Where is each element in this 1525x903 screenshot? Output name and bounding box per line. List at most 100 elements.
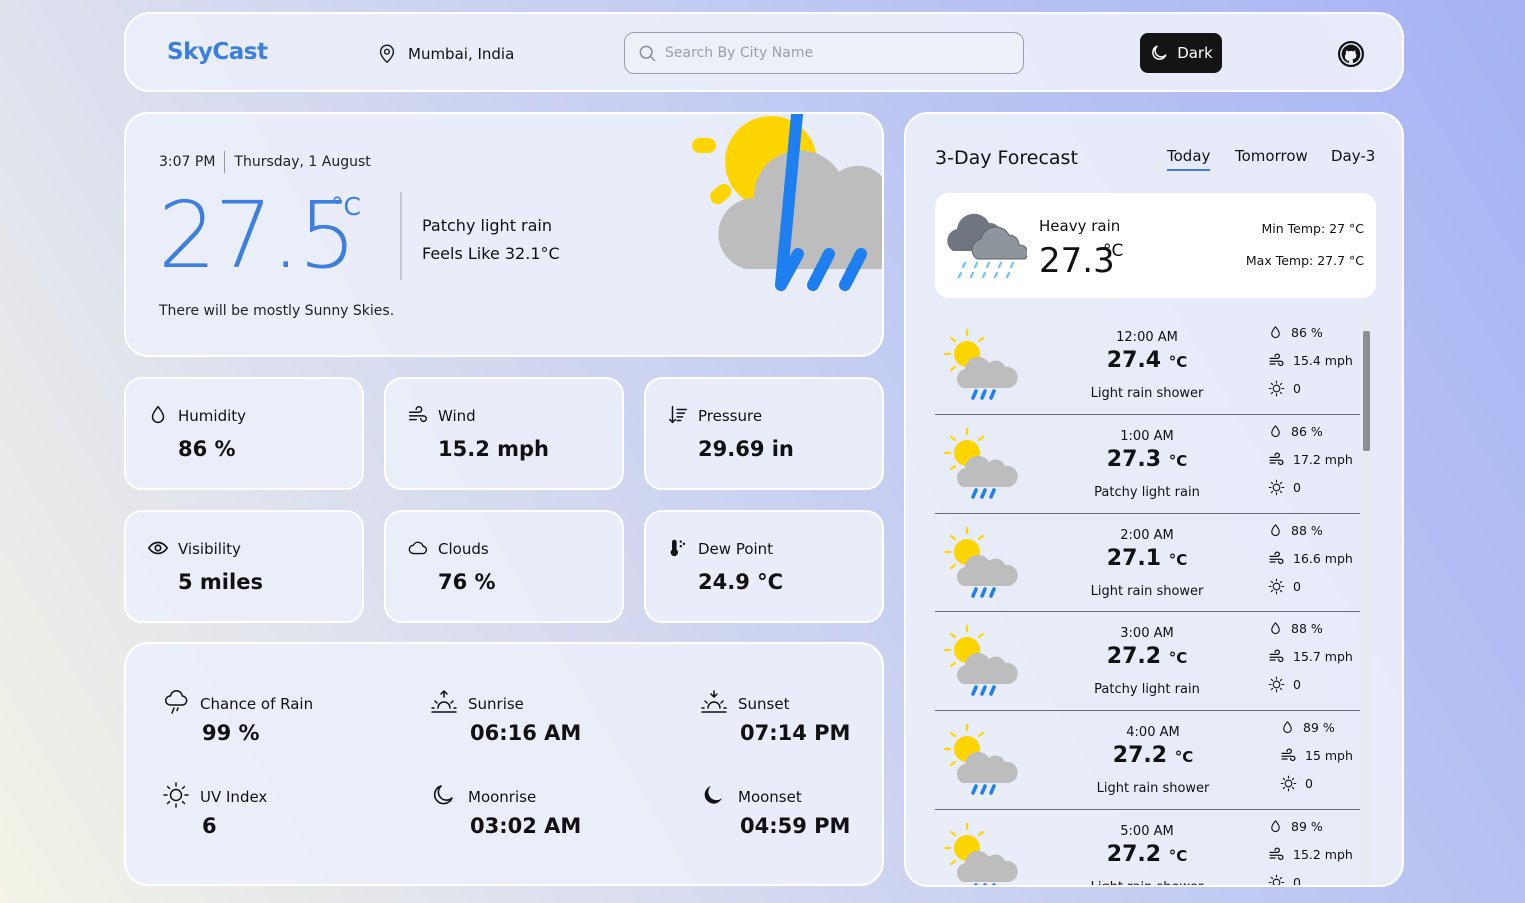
hourly-forecast-row[interactable]: 2:00 AM 27.1 °C Light rain shower 88 % 1… (935, 514, 1360, 613)
hour-wind: 15.2 mph (1268, 846, 1353, 863)
hour-temperature-value: 27.2 (1106, 644, 1162, 670)
wind-tile: Wind 15.2 mph (384, 377, 624, 490)
sunset-icon (701, 690, 727, 713)
uv-sun-icon (1268, 874, 1285, 885)
rain-cloud-icon (165, 690, 188, 714)
hour-temperature: 27.2 °C (1087, 842, 1207, 867)
hour-condition: Light rain shower (1096, 781, 1210, 797)
hourly-forecast-row[interactable]: 4:00 AM 27.2 °C Light rain shower 89 % 1… (935, 711, 1360, 810)
sun-cloud-rain-small-icon (943, 427, 1018, 499)
temperature-divider (400, 192, 402, 280)
hourly-forecast-row[interactable]: 1:00 AM 27.3 °C Patchy light rain 86 % 1… (935, 415, 1360, 514)
hour-wind-value: 15.4 mph (1293, 353, 1353, 368)
hour-temperature-unit: °C (1174, 748, 1194, 767)
hour-condition: Light rain shower (1067, 880, 1227, 885)
hourly-forecast-row[interactable]: 5:00 AM 27.2 °C Light rain shower 89 % 1… (935, 810, 1360, 885)
hour-humidity: 89 % (1280, 719, 1335, 736)
droplet-icon (1271, 622, 1280, 635)
hour-wind: 16.6 mph (1268, 550, 1353, 567)
cloud-icon (408, 541, 428, 555)
hour-temperature-unit: °C (1168, 550, 1188, 569)
dew-point-tile: Dew Point 24.9 °C (644, 510, 884, 623)
hour-temperature: 27.2 °C (1093, 743, 1213, 768)
min-temp: Min Temp: 27 °C (1261, 221, 1364, 236)
hourly-forecast-row[interactable]: 12:00 AM 27.4 °C Light rain shower 86 % … (935, 316, 1360, 415)
hour-wind-value: 17.2 mph (1293, 451, 1353, 467)
hour-uv: 0 (1268, 874, 1301, 885)
current-time: 3:07 PM (159, 154, 216, 170)
max-temp: Max Temp: 27.7 °C (1245, 253, 1364, 268)
weather-summary: There will be mostly Sunny Skies. (159, 303, 395, 319)
github-icon[interactable] (1338, 41, 1364, 67)
droplet-icon (1271, 820, 1280, 833)
wind-icon (1269, 353, 1284, 367)
hour-temperature-value: 27.2 (1106, 841, 1162, 867)
wind-icon (409, 406, 427, 423)
hour-humidity: 89 % (1268, 818, 1323, 835)
app-logo[interactable]: SkyCast (167, 39, 268, 65)
hour-weather-icon (943, 822, 1023, 885)
hour-wind-value: 15.2 mph (1293, 846, 1353, 862)
current-condition: Patchy light rain (422, 216, 553, 235)
sun-cloud-rain-icon (692, 114, 882, 291)
sunrise-icon (431, 690, 457, 713)
scrollbar-thumb[interactable] (1363, 331, 1370, 451)
hour-uv-value: 0 (1293, 381, 1301, 396)
hour-temperature: 27.1 °C (1087, 546, 1207, 571)
dew-point-label: Dew Point (698, 540, 774, 558)
hour-humidity: 88 % (1268, 522, 1323, 539)
hour-temperature-value: 27.1 (1106, 545, 1162, 571)
wind-icon (1269, 847, 1284, 861)
tab-tomorrow[interactable]: Tomorrow (1235, 147, 1308, 165)
hour-temperature: 27.4 °C (1087, 348, 1207, 373)
sun-cloud-rain-small-icon (943, 328, 1018, 400)
top-bar: SkyCast Mumbai, India Dark (124, 12, 1404, 92)
wind-label: Wind (438, 407, 476, 425)
wind-icon (1269, 452, 1284, 465)
heavy-rain-icon (947, 213, 1027, 279)
moonset-value: 04:59 PM (740, 814, 851, 838)
wind-icon (1269, 551, 1284, 564)
uv-index-value: 6 (202, 814, 217, 838)
hour-temperature-unit: °C (1168, 649, 1188, 668)
dark-mode-toggle-button[interactable]: Dark (1140, 33, 1222, 73)
uv-sun-icon (1268, 578, 1285, 594)
pressure-value: 29.69 in (698, 437, 794, 461)
hour-temperature: 27.3 °C (1087, 447, 1207, 472)
tab-today[interactable]: Today (1167, 147, 1211, 171)
hour-wind: 15.7 mph (1268, 648, 1353, 665)
day-condition: Heavy rain (1039, 217, 1121, 235)
current-condition-block: Patchy light rain Feels Like 32.1°C (422, 212, 560, 268)
moonrise-label: Moonrise (468, 788, 537, 806)
moon-filled-icon (704, 786, 722, 804)
hour-time: 4:00 AM (1126, 725, 1180, 741)
hour-humidity-value: 88 % (1291, 621, 1323, 637)
hourly-forecast-list[interactable]: 12:00 AM 27.4 °C Light rain shower 86 % … (935, 316, 1360, 885)
wind-icon (1281, 748, 1296, 762)
sunset-label: Sunset (738, 695, 790, 713)
tab-day-3[interactable]: Day-3 (1331, 147, 1375, 165)
search-box[interactable] (624, 32, 1024, 74)
hourly-forecast-row[interactable]: 3:00 AM 27.2 °C Patchy light rain 88 % 1… (935, 612, 1360, 712)
hour-time: 1:00 AM (1120, 428, 1174, 444)
hour-uv-value: 0 (1293, 479, 1301, 495)
sunrise-value: 06:16 AM (470, 721, 582, 745)
thermometer-icon (670, 539, 686, 557)
hour-wind-value: 16.6 mph (1293, 550, 1353, 566)
hour-temperature-value: 27.4 (1106, 348, 1162, 373)
hour-humidity-value: 88 % (1291, 522, 1323, 538)
uv-index-label: UV Index (200, 788, 268, 806)
map-pin-icon (379, 44, 395, 63)
hour-humidity-value: 86 % (1291, 423, 1323, 439)
hour-temperature: 27.2 °C (1087, 644, 1207, 669)
sun-cloud-rain-small-icon (943, 724, 1018, 795)
sun-cloud-rain-small-icon (943, 822, 1018, 885)
visibility-label: Visibility (178, 540, 241, 558)
hour-temperature-unit: °C (1168, 451, 1188, 470)
hour-condition: Patchy light rain (1094, 682, 1200, 698)
hour-condition: Light rain shower (1090, 583, 1204, 599)
droplet-icon (1271, 523, 1280, 536)
city-search-input[interactable] (665, 45, 995, 61)
current-datetime: 3:07 PM Thursday, 1 August (159, 151, 371, 173)
current-weather-card: 3:07 PM Thursday, 1 August 27.5 °C Patch… (124, 112, 884, 357)
